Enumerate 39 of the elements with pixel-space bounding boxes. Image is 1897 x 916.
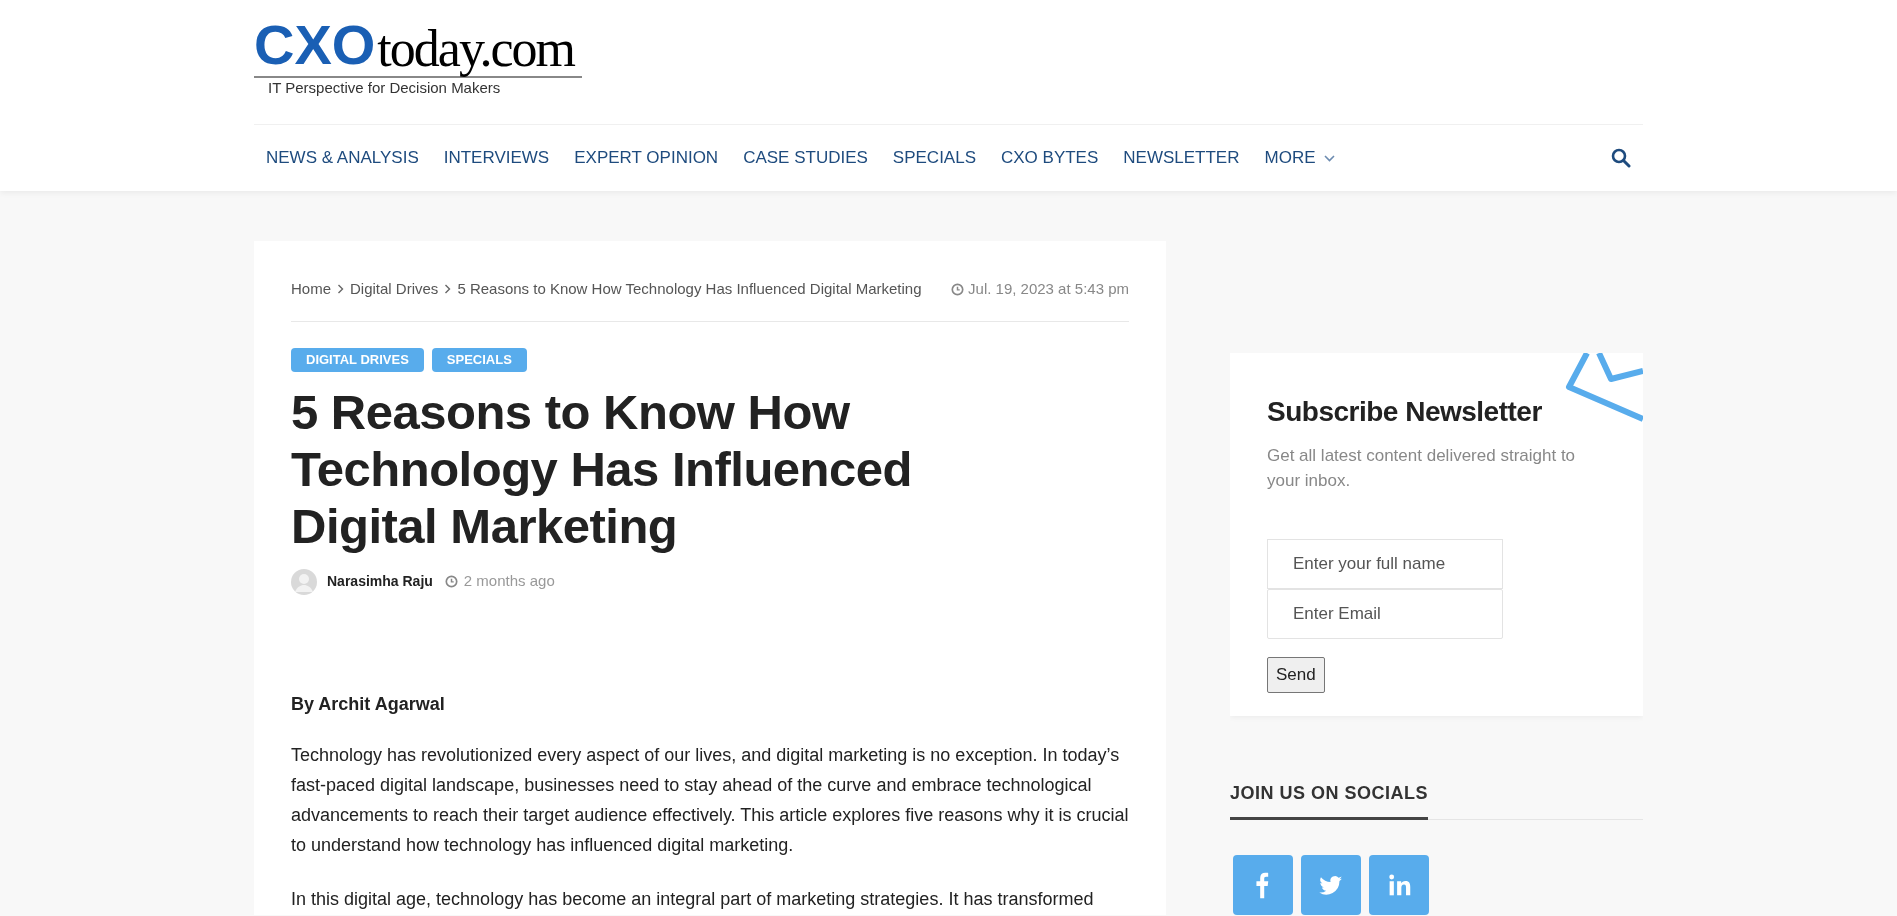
- nav-link[interactable]: INTERVIEWS: [443, 145, 550, 171]
- nav-link[interactable]: NEWS & ANALYSIS: [266, 145, 419, 171]
- nav-link[interactable]: NEWSLETTER: [1123, 145, 1240, 171]
- clock-icon: [444, 575, 458, 588]
- post-time: 2 months ago: [463, 571, 555, 592]
- chevron-icon: [337, 284, 344, 295]
- byline: By Archit Agarwal: [291, 692, 446, 716]
- search-button[interactable]: [1609, 146, 1633, 170]
- logo-brand[interactable]: CXO: [254, 14, 378, 76]
- send-button[interactable]: Send: [1267, 657, 1325, 693]
- logo-tagline: IT Perspective for Decision Makers: [267, 78, 502, 98]
- newsletter-title: Subscribe Newsletter: [1267, 395, 1543, 429]
- nav-link[interactable]: CASE STUDIES: [743, 145, 868, 171]
- input-field[interactable]: Enter Email: [1267, 589, 1503, 639]
- nav-link[interactable]: EXPERT OPINION: [574, 145, 719, 171]
- nav-link[interactable]: SPECIALS: [892, 145, 976, 171]
- breadcrumb-item[interactable]: Home: [291, 278, 331, 301]
- breadcrumb-item[interactable]: Digital Drives: [350, 278, 439, 301]
- socials-heading: JOIN US ON SOCIALS: [1230, 780, 1429, 820]
- nav-link[interactable]: CXO BYTES: [1001, 145, 1099, 171]
- paragraph: In this digital age, technology has become an integral part of marketing strategies. It has transformed: [291, 887, 1095, 911]
- social-button[interactable]: [1233, 855, 1293, 915]
- breadcrumb-item: 5 Reasons to Know How Technology Has Influenced Digital Marketing: [457, 279, 922, 299]
- article-title: 5 Reasons to Know How Technology Has Influenced Digital Marketing: [291, 383, 913, 555]
- clock-icon: [951, 282, 965, 296]
- caret-icon: [1323, 154, 1335, 162]
- social-button[interactable]: [1369, 855, 1429, 915]
- avatar-icon: [291, 568, 317, 595]
- post-date: Jul. 19, 2023 at 5:43 pm: [968, 279, 1129, 299]
- chevron-icon: [444, 284, 452, 295]
- search-icon: [1611, 148, 1631, 168]
- paragraph: Technology has revolutionized every aspect of our lives, and digital marketing is no exception. In today’s fast-paced digital landscape, businesses need to stay ahead of the curve and embrace technological advancements to reach their target audience effectively. This article explores five reasons why it is crucial to understand how technology has influenced digital marketing.: [291, 743, 1129, 857]
- author-name[interactable]: Narasimha Raju: [327, 571, 433, 592]
- social-button[interactable]: [1301, 855, 1361, 915]
- logo-domain[interactable]: today.com: [377, 22, 575, 76]
- newsletter-description: Get all latest content delivered straight to your inbox.: [1267, 445, 1577, 492]
- nav-link[interactable]: MORE: [1264, 145, 1335, 171]
- envelope-icon: [1563, 353, 1643, 423]
- input-field[interactable]: Enter your full name: [1267, 539, 1503, 589]
